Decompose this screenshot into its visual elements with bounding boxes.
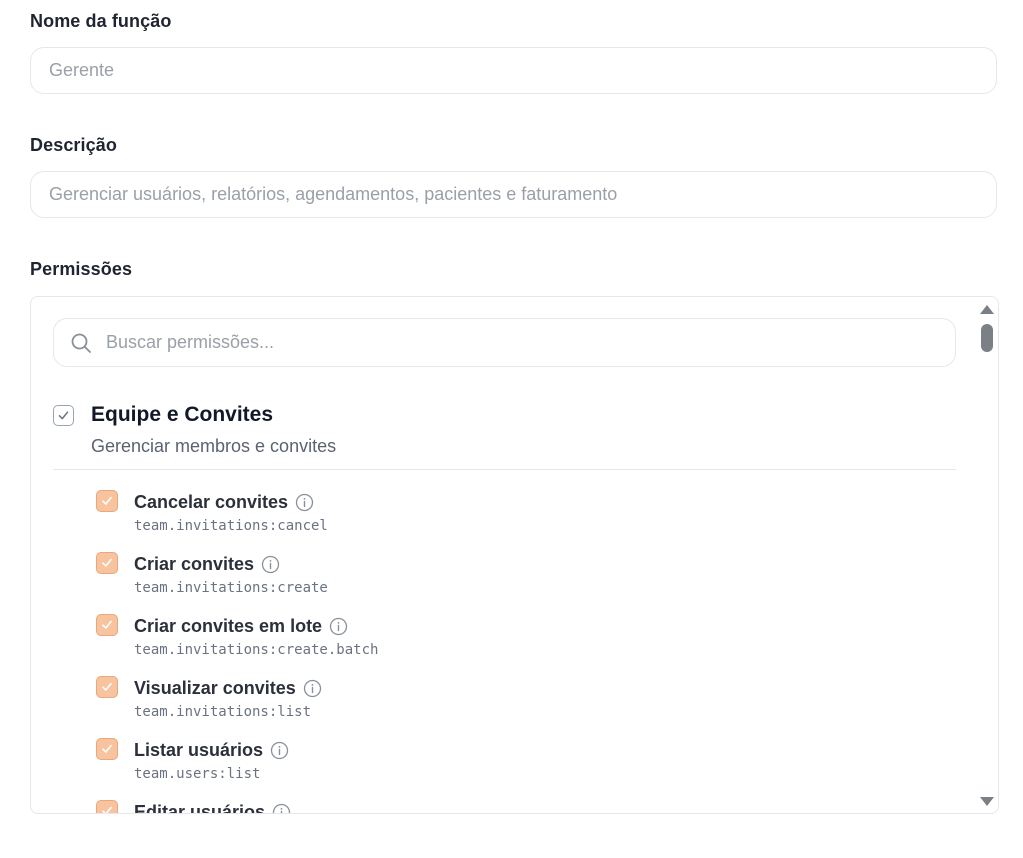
permission-code: team.invitations:list <box>134 704 312 720</box>
permission-code: team.users:list <box>134 766 261 782</box>
group-divider <box>53 469 956 470</box>
permission-label: Listar usuários <box>134 739 264 760</box>
check-icon <box>102 496 112 505</box>
check-icon <box>102 620 112 629</box>
permission-label: Cancelar convites <box>134 491 289 512</box>
description-label: Descrição <box>30 135 117 155</box>
role-name-input[interactable] <box>47 59 996 82</box>
check-icon <box>102 806 112 813</box>
info-icon[interactable] <box>272 803 291 813</box>
check-icon <box>102 682 112 691</box>
permission-checkbox[interactable] <box>96 800 118 813</box>
group-description: Gerenciar membros e convites <box>91 436 337 456</box>
permission-item[interactable]: Criar convites team.invitations:create <box>96 552 896 608</box>
check-icon <box>102 558 112 567</box>
description-input[interactable] <box>47 183 996 206</box>
info-icon[interactable] <box>270 741 289 760</box>
permission-item[interactable]: Visualizar convites team.invitations:lis… <box>96 676 896 732</box>
check-icon <box>58 411 69 420</box>
info-icon[interactable] <box>329 617 348 636</box>
permission-search-field[interactable] <box>53 318 956 367</box>
permission-label: Editar usuários <box>134 801 266 814</box>
permission-code: team.invitations:create <box>134 580 328 596</box>
description-field[interactable] <box>30 171 997 218</box>
info-icon[interactable] <box>303 679 322 698</box>
permission-checkbox[interactable] <box>96 490 118 512</box>
permission-label: Criar convites <box>134 553 255 574</box>
permission-code: team.invitations:create.batch <box>134 642 379 658</box>
permission-item[interactable]: Listar usuários team.users:list <box>96 738 896 794</box>
search-icon <box>70 332 92 354</box>
info-icon[interactable] <box>261 555 280 574</box>
group-title: Equipe e Convites <box>91 403 274 426</box>
scroll-up-arrow[interactable] <box>980 305 994 314</box>
scroll-down-arrow[interactable] <box>980 797 994 806</box>
permission-label: Criar convites em lote <box>134 615 323 636</box>
permission-code: team.invitations:cancel <box>134 518 328 534</box>
permission-item[interactable]: Cancelar convites team.invitations:cance… <box>96 490 896 546</box>
permission-checkbox[interactable] <box>96 552 118 574</box>
role-form: Nome da função Descrição Permissões Equi… <box>0 0 1023 858</box>
role-name-field[interactable] <box>30 47 997 94</box>
role-name-label: Nome da função <box>30 11 172 31</box>
permission-search-input[interactable] <box>104 331 955 354</box>
permission-item[interactable]: Editar usuários <box>96 800 896 814</box>
scrollbar-thumb[interactable] <box>981 324 993 352</box>
permission-label: Visualizar convites <box>134 677 296 698</box>
permission-item[interactable]: Criar convites em lote team.invitations:… <box>96 614 896 670</box>
permissions-label: Permissões <box>30 259 133 279</box>
check-icon <box>102 744 112 753</box>
group-checkbox[interactable] <box>53 405 74 426</box>
permission-checkbox[interactable] <box>96 614 118 636</box>
permission-checkbox[interactable] <box>96 676 118 698</box>
permission-checkbox[interactable] <box>96 738 118 760</box>
permissions-panel[interactable]: Equipe e Convites Gerenciar membros e co… <box>30 296 999 814</box>
info-icon[interactable] <box>295 493 314 512</box>
